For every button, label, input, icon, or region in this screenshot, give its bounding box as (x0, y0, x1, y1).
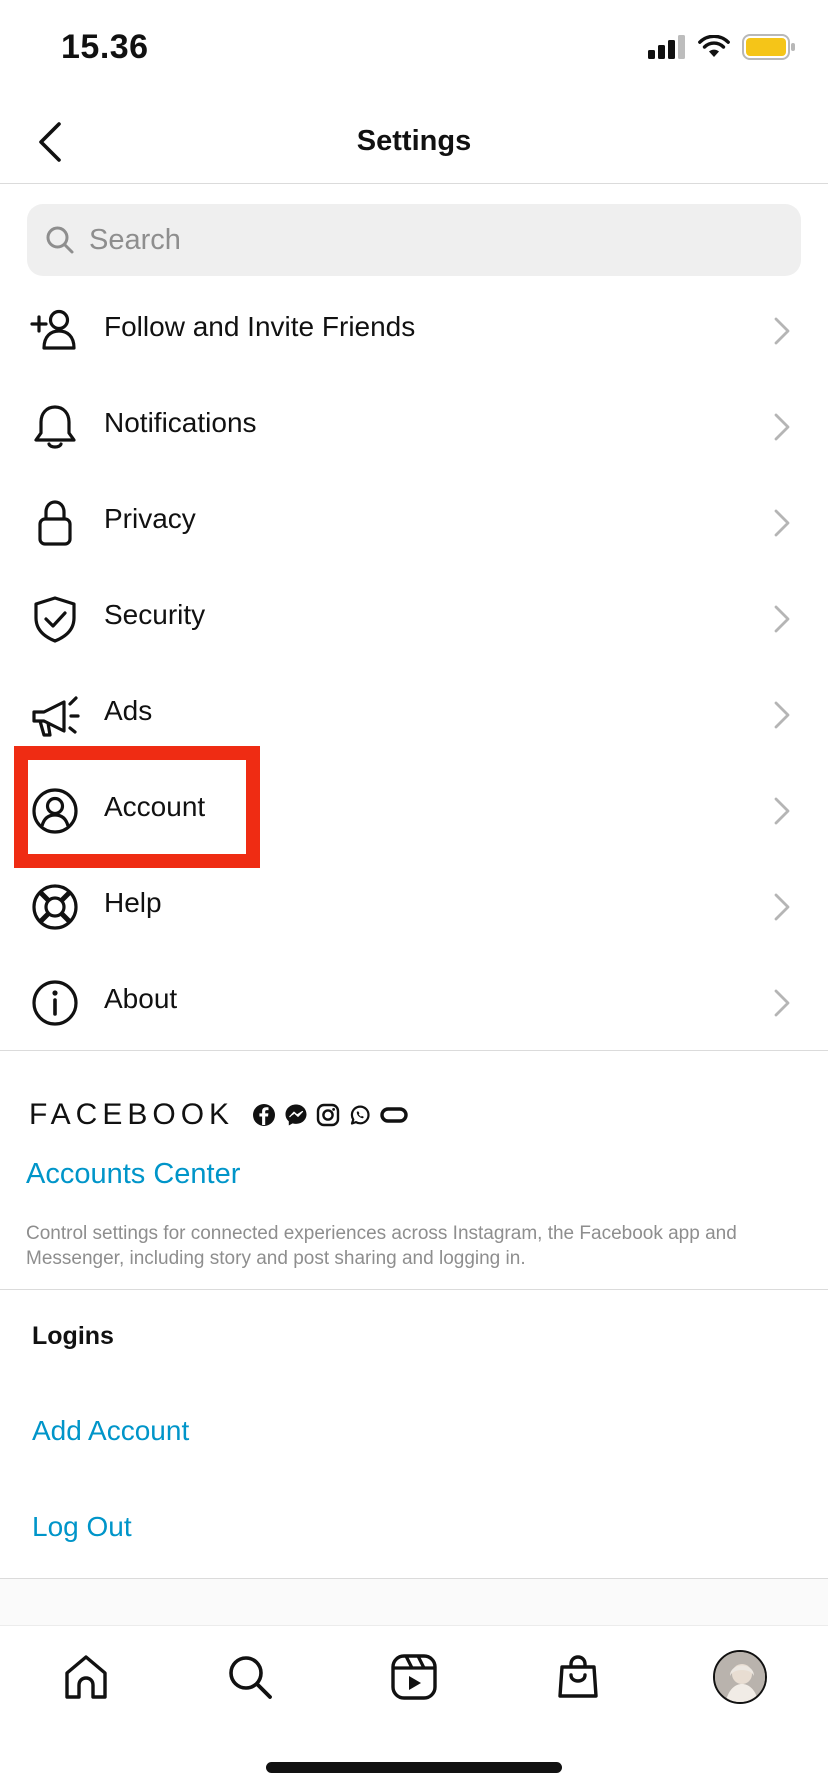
cellular-signal-icon (648, 35, 685, 59)
chevron-right-icon (774, 893, 790, 921)
menu-item-label: Follow and Invite Friends (104, 311, 416, 342)
menu-item-label: Help (104, 887, 162, 918)
add-account-link[interactable]: Add Account (32, 1415, 189, 1447)
menu-item-label: Notifications (104, 407, 257, 438)
divider (0, 1289, 828, 1290)
chevron-right-icon (774, 317, 790, 345)
settings-menu: Follow and Invite Friends Notifications … (0, 282, 828, 1050)
shield-check-icon (30, 594, 80, 644)
home-icon (65, 1655, 107, 1699)
chevron-right-icon (774, 509, 790, 537)
search-input[interactable] (89, 223, 769, 257)
chevron-right-icon (774, 701, 790, 729)
add-person-icon (30, 306, 80, 356)
chevron-right-icon (774, 797, 790, 825)
facebook-wordmark: FACEBOOK (29, 1098, 235, 1131)
menu-item-label: Ads (104, 695, 153, 726)
menu-item-privacy[interactable]: Privacy (0, 474, 828, 570)
log-out-link[interactable]: Log Out (32, 1511, 132, 1543)
divider (0, 1050, 828, 1051)
search-icon (229, 1656, 272, 1699)
chevron-right-icon (774, 413, 790, 441)
battery-icon (742, 34, 795, 60)
info-icon (30, 978, 80, 1028)
profile-avatar (713, 1650, 767, 1704)
bell-icon (30, 402, 80, 452)
reels-icon (391, 1654, 437, 1700)
menu-item-label: Account (104, 791, 206, 822)
tab-reels[interactable] (382, 1645, 446, 1709)
chevron-right-icon (774, 605, 790, 633)
header: Settings (0, 100, 828, 184)
menu-item-ads[interactable]: Ads (0, 666, 828, 762)
instagram-icon (316, 1103, 340, 1127)
status-bar: 15.36 (0, 0, 828, 100)
whatsapp-icon (350, 1105, 370, 1125)
facebook-icon (253, 1104, 276, 1126)
menu-item-help[interactable]: Help (0, 858, 828, 954)
tab-search[interactable] (218, 1645, 282, 1709)
menu-item-label: Security (104, 599, 206, 630)
home-indicator (266, 1762, 562, 1773)
facebook-brand: FACEBOOK (29, 1098, 408, 1132)
menu-item-security[interactable]: Security (0, 570, 828, 666)
menu-item-label: Privacy (104, 503, 196, 534)
menu-item-follow-invite[interactable]: Follow and Invite Friends (0, 282, 828, 378)
tab-shop[interactable] (546, 1645, 610, 1709)
page-title: Settings (356, 125, 472, 157)
messenger-icon (285, 1104, 307, 1126)
lock-icon (30, 498, 80, 548)
chevron-right-icon (774, 989, 790, 1017)
search-icon (46, 226, 74, 254)
settings-screen: 15.36 Settings Search Follow and Invite … (0, 0, 828, 1792)
avatar-image (715, 1652, 765, 1702)
tab-bar (0, 1627, 828, 1727)
status-time: 15.36 (61, 28, 149, 66)
facebook-app-icons (252, 1103, 408, 1127)
shop-icon (558, 1655, 598, 1698)
menu-item-about[interactable]: About (0, 954, 828, 1050)
tab-home[interactable] (54, 1645, 118, 1709)
accounts-center-link[interactable]: Accounts Center (26, 1158, 240, 1191)
oculus-icon (380, 1107, 408, 1123)
tab-profile[interactable] (708, 1645, 772, 1709)
menu-item-account[interactable]: Account (0, 762, 828, 858)
menu-item-label: About (104, 983, 178, 1014)
lifebuoy-icon (30, 882, 80, 932)
wifi-icon (698, 35, 730, 57)
status-icons (648, 34, 796, 60)
logins-heading: Logins (32, 1322, 114, 1350)
section-spacer (0, 1578, 828, 1626)
account-circle-icon (30, 786, 80, 836)
accounts-center-description: Control settings for connected experienc… (26, 1223, 737, 1269)
menu-item-notifications[interactable]: Notifications (0, 378, 828, 474)
search-bar[interactable] (27, 204, 801, 276)
megaphone-icon (30, 690, 80, 740)
